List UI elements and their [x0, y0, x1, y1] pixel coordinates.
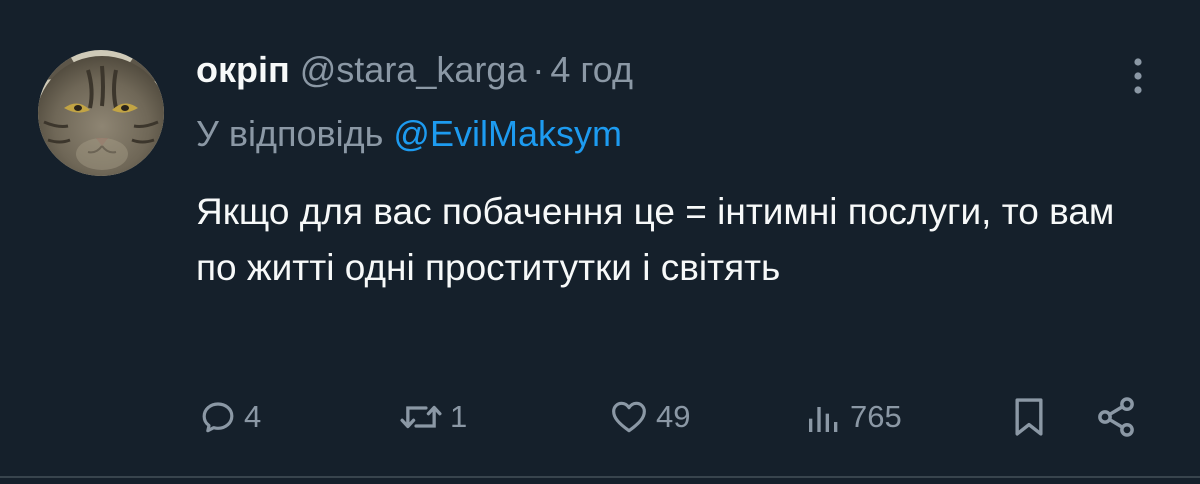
repost-icon	[400, 405, 442, 429]
repost-count: 1	[450, 399, 468, 434]
tweet-header: окріп @stara_karga · 4 год	[196, 48, 633, 100]
repost-button[interactable]: 1	[398, 392, 467, 442]
like-count: 49	[656, 399, 691, 434]
views-icon	[809, 407, 838, 432]
separator-dot: ·	[532, 49, 545, 90]
reply-context: У відповідь @EvilMaksym	[196, 112, 622, 156]
more-vertical-icon	[1134, 58, 1142, 94]
reply-count: 4	[244, 399, 262, 434]
heart-icon	[612, 401, 646, 433]
views-button[interactable]: 765	[804, 392, 902, 442]
share-icon	[1098, 397, 1134, 437]
action-bar: 4 1 49 765	[0, 392, 1200, 442]
bookmark-icon	[1015, 398, 1043, 436]
share-button[interactable]	[1094, 392, 1138, 442]
bookmark-button[interactable]	[1008, 392, 1050, 442]
more-button[interactable]	[1126, 52, 1150, 100]
reply-icon	[202, 402, 234, 433]
avatar[interactable]	[38, 50, 164, 176]
tweet-divider	[0, 476, 1200, 478]
reply-button[interactable]: 4	[198, 392, 261, 442]
display-name[interactable]: окріп	[196, 49, 290, 90]
user-handle[interactable]: @stara_karga	[300, 49, 527, 90]
tweet-text: Якщо для вас побачення це = інтимні посл…	[196, 191, 1115, 288]
like-button[interactable]: 49	[608, 392, 690, 442]
tweet-time[interactable]: 4 год	[550, 49, 633, 90]
reply-mention-link[interactable]: @EvilMaksym	[393, 113, 622, 154]
tweet[interactable]: окріп @stara_karga · 4 год У відповідь @Evi…	[0, 0, 1200, 484]
views-count: 765	[850, 399, 902, 434]
reply-prefix: У відповідь	[196, 113, 384, 154]
